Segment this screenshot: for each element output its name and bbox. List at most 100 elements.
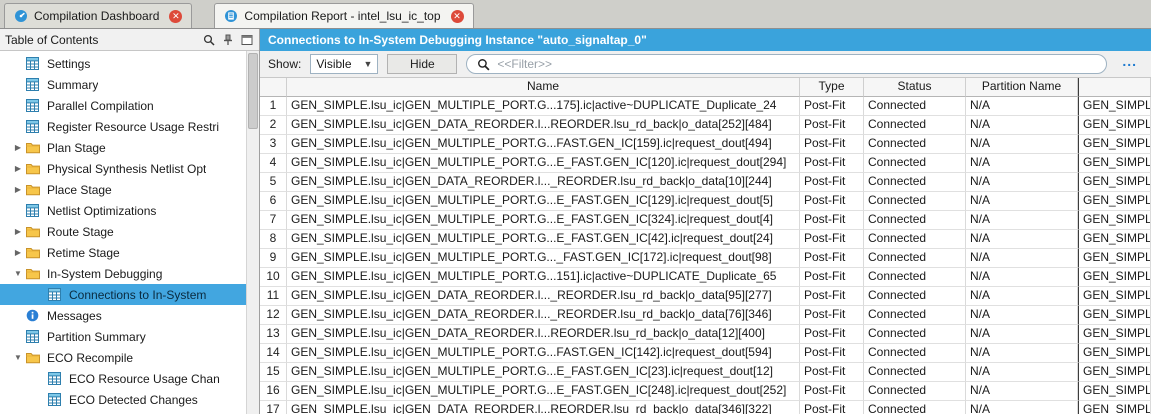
cell-status[interactable]: Connected (864, 249, 966, 268)
toc-tree-item[interactable]: ▶ Plan Stage (0, 137, 246, 158)
toc-tree-item[interactable]: ECO Resource Usage Chan (0, 368, 246, 389)
cell-name[interactable]: GEN_SIMPLE.lsu_ic|GEN_MULTIPLE_PORT.G...… (287, 249, 800, 268)
cell-status[interactable]: Connected (864, 173, 966, 192)
cell-partition[interactable]: N/A (966, 211, 1078, 230)
table-row[interactable]: 13 GEN_SIMPLE.lsu_ic|GEN_DATA_REORDER.l.… (260, 325, 1151, 344)
header-partition-name[interactable]: Partition Name (966, 78, 1078, 97)
cell-extra[interactable]: GEN_SIMPLE (1078, 230, 1151, 249)
cell-extra[interactable]: GEN_SIMPLE (1078, 97, 1151, 116)
cell-status[interactable]: Connected (864, 363, 966, 382)
cell-status[interactable]: Connected (864, 135, 966, 154)
cell-status[interactable]: Connected (864, 344, 966, 363)
table-row[interactable]: 15 GEN_SIMPLE.lsu_ic|GEN_MULTIPLE_PORT.G… (260, 363, 1151, 382)
cell-partition[interactable]: N/A (966, 382, 1078, 401)
toc-tree-item[interactable]: Connections to In-System (0, 284, 246, 305)
table-row[interactable]: 8 GEN_SIMPLE.lsu_ic|GEN_MULTIPLE_PORT.G.… (260, 230, 1151, 249)
cell-type[interactable]: Post-Fit (800, 382, 864, 401)
cell-name[interactable]: GEN_SIMPLE.lsu_ic|GEN_MULTIPLE_PORT.G...… (287, 230, 800, 249)
table-row[interactable]: 1 GEN_SIMPLE.lsu_ic|GEN_MULTIPLE_PORT.G.… (260, 97, 1151, 116)
cell-name[interactable]: GEN_SIMPLE.lsu_ic|GEN_MULTIPLE_PORT.G...… (287, 154, 800, 173)
toc-tree-item[interactable]: Messages (0, 305, 246, 326)
cell-status[interactable]: Connected (864, 287, 966, 306)
toc-tree-item[interactable]: Netlist Optimizations (0, 200, 246, 221)
table-row[interactable]: 14 GEN_SIMPLE.lsu_ic|GEN_MULTIPLE_PORT.G… (260, 344, 1151, 363)
hide-button[interactable]: Hide (387, 54, 457, 74)
header-type[interactable]: Type (800, 78, 864, 97)
cell-partition[interactable]: N/A (966, 135, 1078, 154)
cell-type[interactable]: Post-Fit (800, 211, 864, 230)
table-row[interactable]: 9 GEN_SIMPLE.lsu_ic|GEN_MULTIPLE_PORT.G.… (260, 249, 1151, 268)
cell-type[interactable]: Post-Fit (800, 97, 864, 116)
toc-tree-item[interactable]: ▼ In-System Debugging (0, 263, 246, 284)
cell-name[interactable]: GEN_SIMPLE.lsu_ic|GEN_MULTIPLE_PORT.G...… (287, 211, 800, 230)
cell-partition[interactable]: N/A (966, 287, 1078, 306)
tree-collapsed-expander-icon[interactable]: ▶ (10, 164, 26, 173)
cell-type[interactable]: Post-Fit (800, 249, 864, 268)
header-name[interactable]: Name (287, 78, 800, 97)
cell-status[interactable]: Connected (864, 382, 966, 401)
table-row[interactable]: 10 GEN_SIMPLE.lsu_ic|GEN_MULTIPLE_PORT.G… (260, 268, 1151, 287)
toc-tree-item[interactable]: Parallel Compilation (0, 95, 246, 116)
close-tab-icon[interactable]: ✕ (169, 10, 182, 23)
cell-partition[interactable]: N/A (966, 249, 1078, 268)
cell-partition[interactable]: N/A (966, 173, 1078, 192)
cell-extra[interactable]: GEN_SIMPLE (1078, 211, 1151, 230)
cell-status[interactable]: Connected (864, 230, 966, 249)
table-row[interactable]: 2 GEN_SIMPLE.lsu_ic|GEN_DATA_REORDER.l..… (260, 116, 1151, 135)
cell-status[interactable]: Connected (864, 268, 966, 287)
close-tab-icon[interactable]: ✕ (451, 10, 464, 23)
cell-status[interactable]: Connected (864, 116, 966, 135)
cell-type[interactable]: Post-Fit (800, 325, 864, 344)
cell-type[interactable]: Post-Fit (800, 192, 864, 211)
pin-icon[interactable] (221, 33, 235, 47)
toc-tree-item[interactable]: Summary (0, 74, 246, 95)
cell-partition[interactable]: N/A (966, 192, 1078, 211)
cell-extra[interactable]: GEN_SIMPLE (1078, 382, 1151, 401)
toc-tree-item[interactable]: ▼ ECO Recompile (0, 347, 246, 368)
toc-tree-item[interactable]: ▶ Route Stage (0, 221, 246, 242)
table-row[interactable]: 4 GEN_SIMPLE.lsu_ic|GEN_MULTIPLE_PORT.G.… (260, 154, 1151, 173)
filter-box[interactable] (466, 54, 1107, 74)
toc-tree-item[interactable]: ▶ Retime Stage (0, 242, 246, 263)
cell-partition[interactable]: N/A (966, 230, 1078, 249)
cell-partition[interactable]: N/A (966, 401, 1078, 414)
cell-name[interactable]: GEN_SIMPLE.lsu_ic|GEN_MULTIPLE_PORT.G...… (287, 382, 800, 401)
cell-name[interactable]: GEN_SIMPLE.lsu_ic|GEN_DATA_REORDER.l...R… (287, 325, 800, 344)
cell-type[interactable]: Post-Fit (800, 363, 864, 382)
table-row[interactable]: 3 GEN_SIMPLE.lsu_ic|GEN_MULTIPLE_PORT.G.… (260, 135, 1151, 154)
cell-status[interactable]: Connected (864, 306, 966, 325)
cell-status[interactable]: Connected (864, 325, 966, 344)
cell-name[interactable]: GEN_SIMPLE.lsu_ic|GEN_MULTIPLE_PORT.G...… (287, 97, 800, 116)
more-options-button[interactable]: ... (1116, 53, 1143, 75)
tree-expanded-expander-icon[interactable]: ▼ (10, 269, 26, 278)
toc-tree-item[interactable]: Settings (0, 53, 246, 74)
cell-status[interactable]: Connected (864, 211, 966, 230)
toc-scrollbar[interactable] (246, 51, 259, 414)
show-dropdown[interactable]: Visible ▼ (310, 54, 378, 74)
table-row[interactable]: 6 GEN_SIMPLE.lsu_ic|GEN_MULTIPLE_PORT.G.… (260, 192, 1151, 211)
header-status[interactable]: Status (864, 78, 966, 97)
table-row[interactable]: 11 GEN_SIMPLE.lsu_ic|GEN_DATA_REORDER.l.… (260, 287, 1151, 306)
cell-type[interactable]: Post-Fit (800, 154, 864, 173)
cell-partition[interactable]: N/A (966, 97, 1078, 116)
cell-extra[interactable]: GEN_SIMPLE (1078, 325, 1151, 344)
table-row[interactable]: 5 GEN_SIMPLE.lsu_ic|GEN_DATA_REORDER.l..… (260, 173, 1151, 192)
cell-partition[interactable]: N/A (966, 325, 1078, 344)
toc-tree-item[interactable]: ▶ Physical Synthesis Netlist Opt (0, 158, 246, 179)
cell-name[interactable]: GEN_SIMPLE.lsu_ic|GEN_MULTIPLE_PORT.G...… (287, 268, 800, 287)
cell-partition[interactable]: N/A (966, 344, 1078, 363)
filter-input[interactable] (497, 57, 1097, 71)
table-row[interactable]: 12 GEN_SIMPLE.lsu_ic|GEN_DATA_REORDER.l.… (260, 306, 1151, 325)
cell-partition[interactable]: N/A (966, 154, 1078, 173)
search-icon[interactable] (202, 33, 216, 47)
cell-extra[interactable]: GEN_SIMPLE (1078, 268, 1151, 287)
toc-scrollbar-thumb[interactable] (248, 53, 258, 129)
cell-name[interactable]: GEN_SIMPLE.lsu_ic|GEN_MULTIPLE_PORT.G...… (287, 135, 800, 154)
cell-partition[interactable]: N/A (966, 268, 1078, 287)
cell-partition[interactable]: N/A (966, 116, 1078, 135)
cell-status[interactable]: Connected (864, 401, 966, 414)
cell-extra[interactable]: GEN_SIMPLE (1078, 306, 1151, 325)
cell-type[interactable]: Post-Fit (800, 401, 864, 414)
tree-expanded-expander-icon[interactable]: ▼ (10, 353, 26, 362)
cell-extra[interactable]: GEN_SIMPLE (1078, 363, 1151, 382)
